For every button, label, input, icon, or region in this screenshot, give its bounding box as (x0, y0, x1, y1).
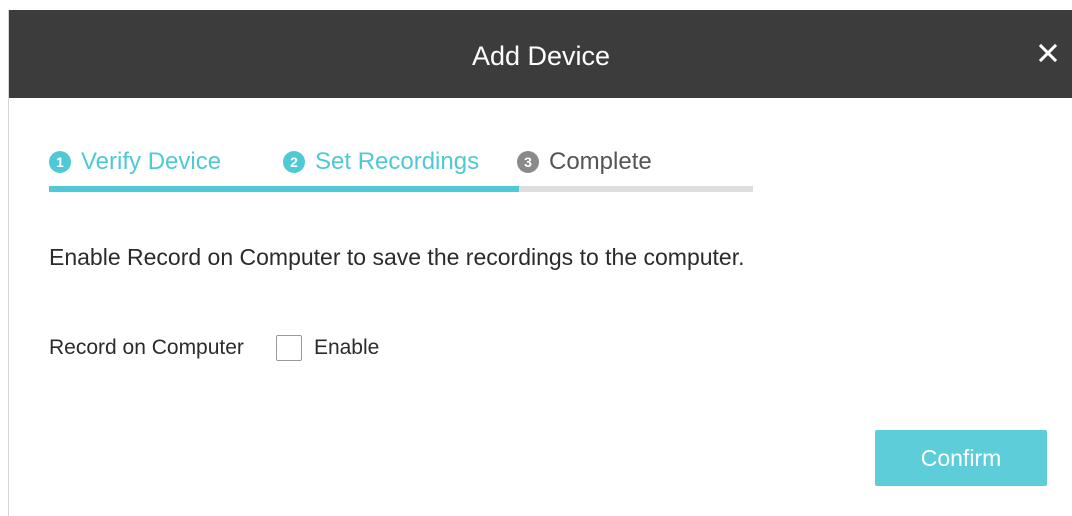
step-indicator: 1 Verify Device 2 Set Recordings 3 Compl… (49, 142, 753, 182)
record-on-computer-row: Record on Computer Enable (49, 332, 379, 364)
add-device-dialog: Add Device 1 Verify Device 2 Set Recordi… (8, 10, 1072, 516)
step-progress-track (49, 186, 753, 192)
step-complete: 3 Complete (517, 142, 652, 182)
enable-checkbox-label[interactable]: Enable (314, 336, 379, 360)
close-button[interactable] (1035, 40, 1061, 66)
close-icon (1038, 43, 1058, 63)
record-on-computer-label: Record on Computer (49, 336, 244, 359)
enable-checkbox[interactable] (275, 335, 302, 361)
step-number-2: 2 (283, 151, 305, 173)
page: Add Device 1 Verify Device 2 Set Recordi… (0, 0, 1072, 516)
step-label-complete: Complete (549, 148, 652, 175)
step-number-3: 3 (517, 151, 539, 173)
description-text: Enable Record on Computer to save the re… (49, 244, 745, 270)
dialog-title: Add Device (471, 41, 611, 71)
step-progress-fill (49, 186, 519, 192)
step-label-verify-device: Verify Device (81, 148, 222, 175)
step-number-1: 1 (49, 151, 71, 173)
step-verify-device: 1 Verify Device (49, 142, 221, 182)
step-label-set-recordings: Set Recordings (315, 148, 480, 175)
confirm-button[interactable]: Confirm (875, 430, 1047, 486)
dialog-titlebar: Add Device (9, 10, 1072, 98)
step-set-recordings: 2 Set Recordings (283, 142, 479, 182)
